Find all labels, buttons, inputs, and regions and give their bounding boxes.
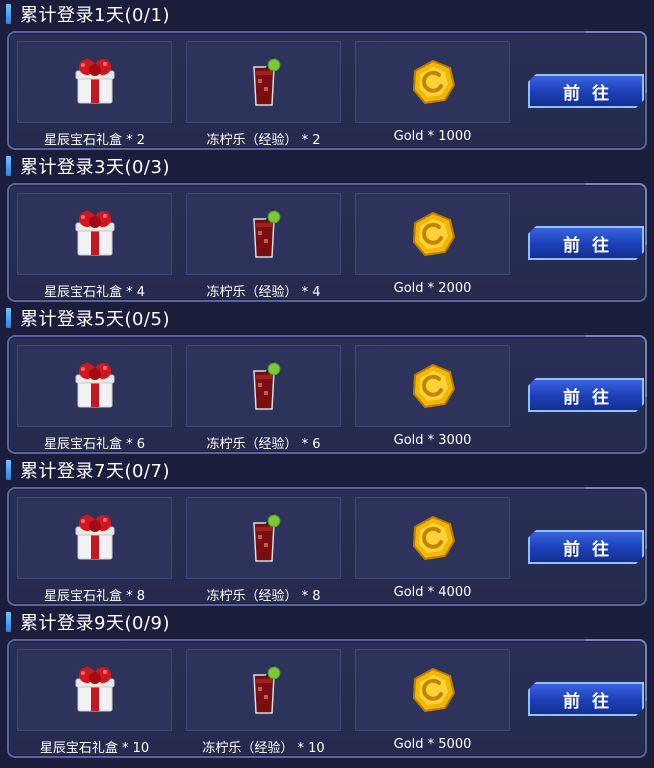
go-button[interactable]: 前往 xyxy=(528,74,644,108)
go-button[interactable]: 前往 xyxy=(528,530,644,564)
reward-section: 累计登录3天(0/3) 星辰宝石礼盒 * 4 冻柠乐（经验） * 4 Gold … xyxy=(0,152,654,304)
reward-label: Gold * 2000 xyxy=(393,281,472,296)
reward-label: Gold * 5000 xyxy=(393,737,472,752)
go-button[interactable]: 前往 xyxy=(528,682,644,716)
title-marker xyxy=(6,4,11,24)
cola-drink-icon xyxy=(252,360,280,410)
gold-coin-icon xyxy=(412,363,455,409)
reward-section: 累计登录7天(0/7) 星辰宝石礼盒 * 8 冻柠乐（经验） * 8 Gold … xyxy=(0,456,654,608)
cola-drink-icon xyxy=(252,664,280,714)
section-title: 累计登录9天(0/9) xyxy=(20,613,170,634)
gold-coin-icon xyxy=(412,667,455,713)
reward-slot-gift[interactable] xyxy=(17,345,172,427)
section-title: 累计登录1天(0/1) xyxy=(20,5,170,26)
reward-slot-drink[interactable] xyxy=(186,649,341,731)
reward-slot-gift[interactable] xyxy=(17,497,172,579)
section-title: 累计登录3天(0/3) xyxy=(20,157,170,178)
go-button-label: 前往 xyxy=(563,539,621,560)
go-button[interactable]: 前往 xyxy=(528,226,644,260)
section-header: 累计登录3天(0/3) xyxy=(6,154,170,178)
reward-slot-gift[interactable] xyxy=(17,649,172,731)
reward-slot-gift[interactable] xyxy=(17,193,172,275)
reward-label: 星辰宝石礼盒 * 4 xyxy=(43,285,146,300)
reward-label: 冻柠乐（经验） * 2 xyxy=(206,133,321,148)
gold-coin-icon xyxy=(412,211,455,257)
reward-panel: 星辰宝石礼盒 * 4 冻柠乐（经验） * 4 Gold * 2000 前往 xyxy=(7,183,647,302)
reward-label: 冻柠乐（经验） * 10 xyxy=(202,741,325,756)
reward-label: 冻柠乐（经验） * 6 xyxy=(206,437,321,452)
title-marker xyxy=(6,156,11,176)
gift-box-icon xyxy=(75,667,114,712)
reward-slot-gift[interactable] xyxy=(17,41,172,123)
title-marker xyxy=(6,612,11,632)
go-button[interactable]: 前往 xyxy=(528,378,644,412)
reward-panel: 星辰宝石礼盒 * 8 冻柠乐（经验） * 8 Gold * 4000 前往 xyxy=(7,487,647,606)
section-header: 累计登录5天(0/5) xyxy=(6,306,170,330)
reward-section: 累计登录9天(0/9) 星辰宝石礼盒 * 10 冻柠乐（经验） * 10 Gol… xyxy=(0,608,654,760)
cola-drink-icon xyxy=(252,208,280,258)
section-header: 累计登录1天(0/1) xyxy=(6,2,170,26)
reward-slot-drink[interactable] xyxy=(186,345,341,427)
reward-section: 累计登录5天(0/5) 星辰宝石礼盒 * 6 冻柠乐（经验） * 6 Gold … xyxy=(0,304,654,456)
gift-box-icon xyxy=(75,211,114,256)
reward-section: 累计登录1天(0/1) 星辰宝石礼盒 * 2 冻柠乐（经验） * 2 Gold … xyxy=(0,0,654,152)
gold-coin-icon xyxy=(412,59,455,105)
reward-label: Gold * 4000 xyxy=(393,585,472,600)
section-title: 累计登录5天(0/5) xyxy=(20,309,170,330)
reward-label: Gold * 3000 xyxy=(393,433,472,448)
section-title: 累计登录7天(0/7) xyxy=(20,461,170,482)
reward-slot-gold[interactable] xyxy=(355,345,510,427)
reward-slot-gold[interactable] xyxy=(355,41,510,123)
reward-label: 星辰宝石礼盒 * 8 xyxy=(43,589,146,604)
reward-label: 星辰宝石礼盒 * 10 xyxy=(39,741,150,756)
gift-box-icon xyxy=(75,59,114,104)
reward-slot-gold[interactable] xyxy=(355,497,510,579)
reward-slot-gold[interactable] xyxy=(355,649,510,731)
title-marker xyxy=(6,308,11,328)
reward-label: 星辰宝石礼盒 * 2 xyxy=(43,133,146,148)
cola-drink-icon xyxy=(252,512,280,562)
reward-label: Gold * 1000 xyxy=(393,129,472,144)
gift-box-icon xyxy=(75,515,114,560)
reward-panel: 星辰宝石礼盒 * 6 冻柠乐（经验） * 6 Gold * 3000 前往 xyxy=(7,335,647,454)
reward-panel: 星辰宝石礼盒 * 10 冻柠乐（经验） * 10 Gold * 5000 前往 xyxy=(7,639,647,758)
reward-panel: 星辰宝石礼盒 * 2 冻柠乐（经验） * 2 Gold * 1000 前往 xyxy=(7,31,647,150)
go-button-label: 前往 xyxy=(563,235,621,256)
go-button-label: 前往 xyxy=(563,387,621,408)
go-button-label: 前往 xyxy=(563,691,621,712)
reward-label: 星辰宝石礼盒 * 6 xyxy=(43,437,146,452)
reward-slot-drink[interactable] xyxy=(186,497,341,579)
gift-box-icon xyxy=(75,363,114,408)
reward-label: 冻柠乐（经验） * 4 xyxy=(206,285,321,300)
reward-slot-drink[interactable] xyxy=(186,193,341,275)
title-marker xyxy=(6,460,11,480)
go-button-label: 前往 xyxy=(563,83,621,104)
reward-label: 冻柠乐（经验） * 8 xyxy=(206,589,321,604)
gold-coin-icon xyxy=(412,515,455,561)
section-header: 累计登录7天(0/7) xyxy=(6,458,170,482)
reward-slot-drink[interactable] xyxy=(186,41,341,123)
cola-drink-icon xyxy=(252,56,280,106)
reward-slot-gold[interactable] xyxy=(355,193,510,275)
section-header: 累计登录9天(0/9) xyxy=(6,610,170,634)
